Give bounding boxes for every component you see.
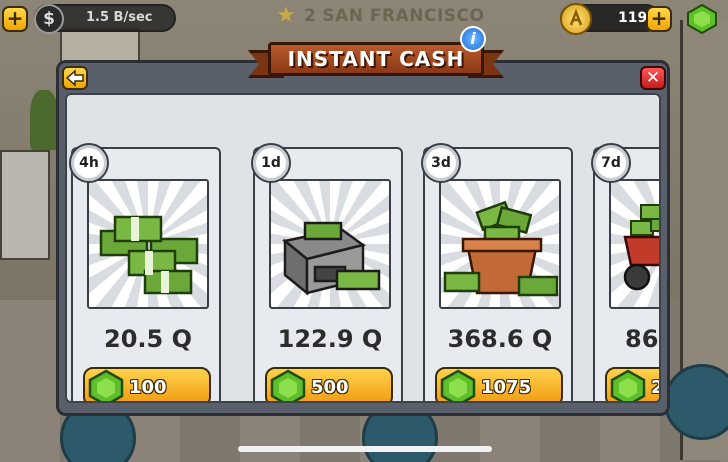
offer-card-7d[interactable]: 7d 860. 24 [591,143,659,401]
cash-amount: 20.5 Q [104,325,192,353]
buy-button-1d[interactable]: 500 [265,367,393,401]
gold-count: 119 [618,10,648,26]
offer-card-1d[interactable]: 1d 122.9 Q 500 [251,143,403,401]
close-button[interactable]: ✕ [640,66,666,90]
home-indicator[interactable] [238,446,492,452]
wheelbarrow-cash-image [609,179,659,309]
stopwatch-icon: 3d [421,143,461,183]
dollar-icon: $ [34,4,64,34]
instant-cash-modal: 4h 20.5 Q 100 1d 122.9 Q 500 3d 368.6 Q … [56,60,670,416]
city-title: ★ 2 SAN FRANCISCO [274,4,484,28]
add-money-button[interactable]: + [2,6,28,32]
stopwatch-icon: 7d [591,143,631,183]
cash-register-image [269,179,391,309]
arrow-left-icon [65,69,84,87]
money-pot-image [439,179,561,309]
buy-button-3d[interactable]: 1075 [435,367,563,401]
buy-button-4h[interactable]: 100 [83,367,211,401]
offer-card-3d[interactable]: 3d 368.6 Q 1075 [421,143,573,401]
stopwatch-icon: 4h [69,143,109,183]
offer-card-4h[interactable]: 4h 20.5 Q 100 [69,143,221,401]
income-rate-text: 1.5 B/sec [86,10,153,25]
offers-panel: 4h 20.5 Q 100 1d 122.9 Q 500 3d 368.6 Q … [65,93,661,403]
gem-price: 100 [129,377,167,398]
cash-amount: 122.9 Q [277,325,383,353]
gem-icon [88,369,124,401]
gem-icon [270,369,306,401]
gold-coin-icon [560,3,592,35]
city-name: SAN FRANCISCO [322,6,485,26]
gem-price: 24 [651,377,659,398]
star-icon: ★ [276,3,296,28]
gem-icon [610,369,646,401]
info-button[interactable]: i [460,26,486,52]
gem-icon [440,369,476,401]
add-gold-button[interactable]: + [646,6,672,32]
income-rate-display: $ 1.5 B/sec [34,4,176,34]
cash-amount: 860. [625,325,659,353]
counter-decoration [0,150,50,260]
buy-button-7d[interactable]: 24 [605,367,659,401]
stopwatch-icon: 1d [251,143,291,183]
plant-decoration [30,90,58,150]
back-button[interactable] [62,66,88,90]
cash-amount: 368.6 Q [447,325,553,353]
cash-stacks-image [87,179,209,309]
gem-price: 500 [311,377,349,398]
modal-title: INSTANT CASH [287,47,465,71]
gem-price: 1075 [481,377,532,398]
gold-display: 119 [560,3,660,35]
gem-icon[interactable] [686,3,718,35]
city-number: 2 [304,6,317,26]
